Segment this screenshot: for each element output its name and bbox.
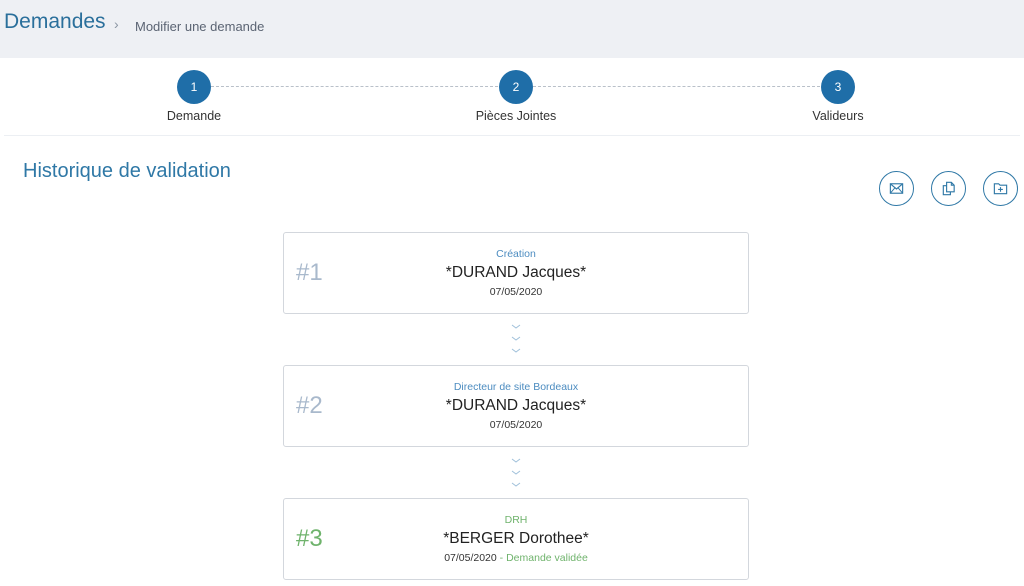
history-card: #1 Création *DURAND Jacques* 07/05/2020 <box>283 232 749 314</box>
history-card: #2 Directeur de site Bordeaux *DURAND Ja… <box>283 365 749 447</box>
step-2-circle[interactable]: 2 <box>499 70 533 104</box>
step-3-circle[interactable]: 3 <box>821 70 855 104</box>
history-card: #3 DRH *BERGER Dorothee* 07/05/2020 - De… <box>283 498 749 580</box>
card-name: *BERGER Dorothee* <box>443 530 589 547</box>
card-date: 07/05/2020 <box>444 552 497 564</box>
step-1-label[interactable]: Demande <box>167 109 221 123</box>
breadcrumb-root-link[interactable]: Demandes <box>4 10 106 34</box>
card-name: *DURAND Jacques* <box>445 264 587 281</box>
card-role: Création <box>496 248 536 260</box>
step-1-circle[interactable]: 1 <box>177 70 211 104</box>
breadcrumb: Demandes › Modifier une demande <box>0 0 1024 58</box>
card-date: 07/05/2020 <box>489 419 543 431</box>
copy-icon <box>942 181 955 196</box>
card-name: *DURAND Jacques* <box>445 397 587 414</box>
card-date: 07/05/2020 <box>489 286 543 298</box>
send-mail-button[interactable] <box>879 171 914 206</box>
card-date-line: 07/05/2020 <box>284 286 748 298</box>
stepper: 1 Demande 2 Pièces Jointes 3 Valideurs <box>0 58 1024 136</box>
status-badge: Demande validée <box>506 552 588 564</box>
card-date-line: 07/05/2020 <box>284 419 748 431</box>
card-date-line: 07/05/2020 - Demande validée <box>284 552 748 564</box>
step-2-label[interactable]: Pièces Jointes <box>476 109 557 123</box>
folder-add-icon <box>993 183 1008 195</box>
card-role: Directeur de site Bordeaux <box>453 381 579 393</box>
mail-icon <box>889 183 904 194</box>
chevron-down-icon <box>509 322 523 356</box>
chevron-down-icon <box>509 456 523 490</box>
card-role: DRH <box>504 514 528 526</box>
divider <box>4 135 1020 136</box>
page-title: Historique de validation <box>23 160 231 182</box>
stepper-connector <box>533 86 820 87</box>
duplicate-button[interactable] <box>931 171 966 206</box>
breadcrumb-separator: › <box>114 16 119 32</box>
breadcrumb-current: Modifier une demande <box>135 19 265 34</box>
add-folder-button[interactable] <box>983 171 1018 206</box>
step-3-label[interactable]: Valideurs <box>812 109 863 123</box>
stepper-connector <box>211 86 498 87</box>
